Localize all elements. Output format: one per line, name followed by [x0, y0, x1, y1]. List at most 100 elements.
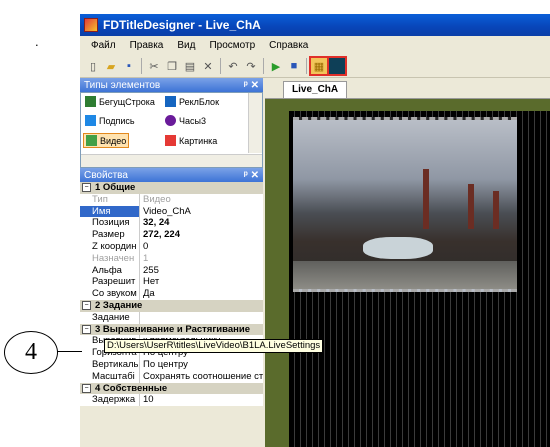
- property-value[interactable]: 32, 24: [140, 217, 263, 229]
- menu-file[interactable]: Файл: [84, 40, 123, 51]
- palette-item-video[interactable]: Видео: [83, 133, 130, 148]
- property-value[interactable]: Сохранять соотношение сто: [140, 371, 263, 383]
- tower-shape: [468, 184, 474, 229]
- property-row[interactable]: Тип Видео: [80, 193, 263, 206]
- menu-help[interactable]: Справка: [262, 40, 315, 51]
- property-section[interactable]: −4 Собственные: [80, 382, 263, 395]
- caption-icon: [85, 115, 96, 126]
- tower-shape: [493, 191, 499, 229]
- left-panel: Типы элементов ᵖ ✕ БегущСтрока РеклБлок …: [80, 78, 263, 447]
- close-icon[interactable]: ᵖ ✕: [244, 80, 259, 91]
- open-folder-icon[interactable]: ▰: [103, 58, 119, 74]
- property-row[interactable]: Вертикаль По центру: [80, 358, 263, 371]
- property-grid: −1 Общие Тип Видео Имя Video_ChA Позиция 32, 2…: [80, 182, 263, 407]
- palette-item-caption[interactable]: Подпись: [85, 115, 135, 126]
- menu-view[interactable]: Вид: [170, 40, 202, 51]
- property-row[interactable]: Со звуком Да: [80, 288, 263, 300]
- fill-icon[interactable]: [327, 56, 347, 76]
- palette-item-clock[interactable]: Часы3: [165, 115, 206, 126]
- copy-icon[interactable]: ❐: [164, 58, 180, 74]
- palette-vscrollbar[interactable]: [248, 93, 262, 153]
- collapse-icon[interactable]: −: [82, 301, 91, 311]
- property-section[interactable]: −1 Общие: [80, 182, 263, 194]
- video-element-preview[interactable]: [293, 117, 517, 292]
- element-palette: БегущСтрока РеклБлок Подпись Часы3 Видео…: [80, 92, 263, 168]
- property-section[interactable]: −3 Выравнивание и Растягивание: [80, 323, 263, 336]
- document-tabs: Live_ChA: [265, 78, 550, 99]
- callout-number: 4: [4, 331, 58, 374]
- property-row[interactable]: Размер 272, 224: [80, 229, 263, 241]
- design-canvas[interactable]: [265, 99, 550, 447]
- cut-icon[interactable]: ✂: [146, 58, 162, 74]
- canvas-margin: [265, 99, 289, 447]
- palette-item-picture[interactable]: Картинка: [165, 135, 217, 146]
- property-row[interactable]: Задание: [80, 311, 263, 324]
- property-row[interactable]: Назначен 1: [80, 252, 263, 265]
- paste-icon[interactable]: ▤: [182, 58, 198, 74]
- callout-line: [57, 351, 82, 353]
- tab-live-cha[interactable]: Live_ChA: [283, 81, 348, 98]
- play-icon[interactable]: ▶: [268, 58, 284, 74]
- property-name: Z координ: [80, 240, 140, 253]
- menu-edit[interactable]: Правка: [123, 40, 171, 51]
- property-row[interactable]: Z координ 0: [80, 240, 263, 253]
- stop-icon[interactable]: ■: [286, 58, 302, 74]
- adblock-icon: [165, 96, 176, 107]
- property-name: Масштабі: [80, 370, 140, 383]
- collapse-icon[interactable]: −: [82, 183, 91, 193]
- app-icon: [84, 18, 98, 32]
- property-row[interactable]: Разрешит Нет: [80, 276, 263, 289]
- property-name: Задержка: [80, 394, 140, 407]
- designer-area: Live_ChA: [265, 78, 550, 447]
- video-icon: [86, 135, 97, 146]
- new-file-icon[interactable]: ▯: [85, 58, 101, 74]
- palette-hscrollbar[interactable]: [81, 154, 262, 167]
- property-value[interactable]: Видео: [140, 194, 263, 206]
- collapse-icon[interactable]: −: [82, 324, 91, 334]
- section-label: 2 Задание: [95, 299, 143, 311]
- property-value[interactable]: 255: [140, 265, 263, 277]
- property-value[interactable]: 10: [140, 394, 263, 406]
- property-value[interactable]: По центру: [140, 359, 263, 371]
- property-name: Разрешит: [80, 276, 140, 289]
- section-label: 1 Общие: [95, 182, 136, 193]
- toolbar-separator: [220, 58, 221, 74]
- toolbar: ▯ ▰ ▪ ✂ ❐ ▤ ✕ ↶ ↷ ▶ ■ ▦: [80, 55, 550, 78]
- toolbar-separator: [263, 58, 264, 74]
- redo-icon[interactable]: ↷: [243, 58, 259, 74]
- palette-title: Типы элементов: [84, 79, 161, 91]
- toolbar-separator: [306, 58, 307, 74]
- section-label: 3 Выравнивание и Растягивание: [95, 323, 251, 335]
- window-title: FDTitleDesigner - Live_ChA: [103, 18, 261, 32]
- delete-icon[interactable]: ✕: [200, 58, 216, 74]
- property-value[interactable]: 1: [140, 253, 263, 265]
- title-bar: FDTitleDesigner - Live_ChA: [80, 14, 550, 36]
- save-icon[interactable]: ▪: [121, 58, 137, 74]
- property-value[interactable]: Video_ChA: [140, 206, 263, 218]
- property-row[interactable]: Масштабі Сохранять соотношение сто: [80, 370, 263, 383]
- property-value[interactable]: 272, 224: [140, 229, 263, 241]
- property-row[interactable]: Альфа 255: [80, 264, 263, 277]
- grid-icon[interactable]: ▦: [309, 56, 329, 76]
- palette-item-adblock[interactable]: РеклБлок: [165, 96, 219, 107]
- property-value[interactable]: [140, 312, 263, 324]
- property-name: Альфа: [80, 264, 140, 277]
- property-value[interactable]: 0: [140, 241, 263, 253]
- menu-preview[interactable]: Просмотр: [202, 40, 262, 51]
- property-row[interactable]: Позиция 32, 24: [80, 217, 263, 230]
- property-section[interactable]: −2 Задание: [80, 299, 263, 312]
- collapse-icon[interactable]: −: [82, 383, 91, 393]
- ice-rink-shape: [363, 237, 433, 259]
- property-value[interactable]: Да: [140, 288, 263, 300]
- properties-title: Свойства: [84, 169, 128, 181]
- property-value[interactable]: Нет: [140, 276, 263, 288]
- palette-item-ticker[interactable]: БегущСтрока: [85, 96, 155, 107]
- picture-icon: [165, 135, 176, 146]
- undo-icon[interactable]: ↶: [225, 58, 241, 74]
- close-icon[interactable]: ᵖ ✕: [244, 170, 259, 181]
- property-row[interactable]: Задержка 10: [80, 394, 263, 407]
- property-row[interactable]: Имя Video_ChA: [80, 205, 263, 218]
- ground-shape: [293, 261, 517, 289]
- property-name: Задание: [80, 311, 140, 324]
- app-window: FDTitleDesigner - Live_ChA Файл Правка В…: [80, 14, 550, 447]
